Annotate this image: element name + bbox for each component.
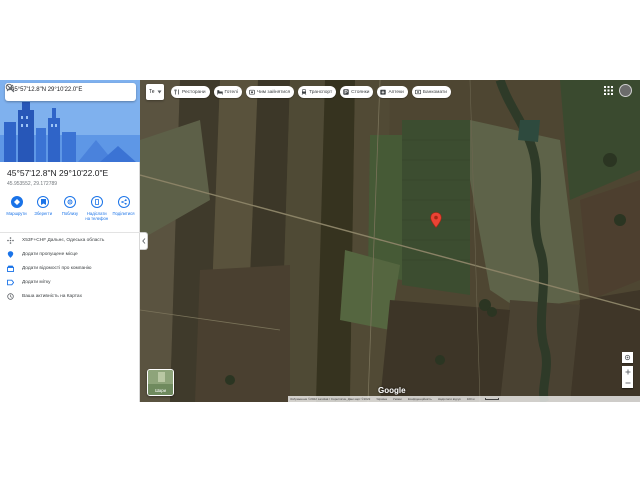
my-location-button[interactable] bbox=[622, 352, 633, 363]
chip-restaurants-label: Ресторани bbox=[182, 89, 206, 95]
share-icon bbox=[117, 196, 130, 208]
map-footer: Зображення ©2022 Landsat / Copernicus, Д… bbox=[288, 396, 640, 402]
footer-privacy-link[interactable]: Конфіденційність bbox=[408, 397, 432, 401]
add-place-label: Додати пропущене місце bbox=[22, 251, 78, 257]
chip-hotels[interactable]: Готелі bbox=[213, 86, 242, 98]
chip-pharmacies[interactable]: Аптеки bbox=[377, 86, 408, 98]
share-button[interactable]: Поділитися bbox=[111, 196, 136, 232]
send-to-phone-icon bbox=[90, 196, 103, 208]
zoom-out-button[interactable] bbox=[622, 377, 633, 388]
share-label: Поділитися bbox=[112, 211, 135, 216]
save-button[interactable]: Зберегти bbox=[31, 196, 56, 232]
chip-things-to-do[interactable]: Чим зайнятися bbox=[245, 86, 295, 98]
parking-icon bbox=[343, 89, 349, 95]
zoom-in-button[interactable] bbox=[622, 366, 633, 377]
activity-label: Ваша активність на Картах bbox=[22, 293, 82, 299]
footer-country[interactable]: Україна bbox=[376, 397, 387, 401]
chip-restaurants[interactable]: Ресторани bbox=[171, 86, 210, 98]
footer-terms-link[interactable]: Умови bbox=[393, 397, 402, 401]
directions-label: Маршрути bbox=[6, 211, 27, 216]
place-coordinates: 45.953552, 29.172789 bbox=[7, 181, 58, 187]
chip-atms-label: Банкомати bbox=[422, 89, 447, 95]
label-icon bbox=[7, 279, 14, 285]
activity-row[interactable]: Ваша активність на Картах bbox=[7, 291, 137, 301]
nearby-label: Поблизу bbox=[61, 211, 79, 216]
place-hero-image: 45°57'12.8"N 29°10'22.0"E bbox=[0, 80, 140, 162]
close-icon[interactable] bbox=[5, 83, 15, 93]
maps-app: 45°57'12.8"N 29°10'22.0"E 45°57'12.8"N 2… bbox=[0, 80, 640, 402]
send-to-phone-button[interactable]: Надіслати на телефон bbox=[84, 196, 109, 232]
map-type-value: Те bbox=[149, 89, 155, 95]
chip-things-to-do-label: Чим зайнятися bbox=[256, 89, 291, 95]
footer-attribution: Зображення ©2022 Landsat / Copernicus, Д… bbox=[290, 397, 371, 401]
restaurant-icon bbox=[174, 89, 179, 95]
attractions-icon bbox=[249, 89, 255, 95]
plus-code-row[interactable]: X53F+CHF Дальнє, Одеська область bbox=[7, 235, 137, 245]
minus-icon bbox=[625, 382, 630, 383]
plus-code-label: X53F+CHF Дальнє, Одеська область bbox=[22, 237, 105, 243]
chip-transit[interactable]: Транспорт bbox=[298, 86, 337, 98]
scale-bar bbox=[484, 398, 499, 400]
chip-atms[interactable]: Банкомати bbox=[411, 86, 451, 98]
place-title: 45°57'12.8"N 29°10'22.0"E bbox=[7, 168, 109, 178]
save-icon bbox=[37, 196, 50, 208]
add-label-label: Додати мітку bbox=[22, 279, 51, 285]
pharmacy-icon bbox=[380, 89, 387, 95]
plus-code-icon bbox=[7, 236, 14, 244]
search-input[interactable]: 45°57'12.8"N 29°10'22.0"E bbox=[11, 87, 82, 93]
transit-icon bbox=[301, 89, 307, 95]
action-buttons: Маршрути Зберегти Поблизу Надіслати на т… bbox=[4, 196, 136, 232]
layers-label: Шари bbox=[155, 388, 166, 393]
add-place-row[interactable]: Додати пропущене місце bbox=[7, 249, 137, 259]
directions-icon bbox=[10, 196, 23, 208]
satellite-map[interactable] bbox=[140, 80, 640, 402]
history-icon bbox=[7, 292, 14, 300]
directions-button[interactable]: Маршрути bbox=[4, 196, 29, 232]
save-label: Зберегти bbox=[34, 211, 53, 216]
map-controls bbox=[622, 352, 633, 391]
nearby-icon bbox=[64, 196, 76, 208]
my-location-icon bbox=[624, 354, 631, 361]
atm-icon bbox=[414, 89, 421, 95]
chip-hotels-label: Готелі bbox=[224, 89, 238, 95]
apps-grid-icon[interactable] bbox=[604, 86, 613, 95]
add-label-row[interactable]: Додати мітку bbox=[7, 277, 137, 287]
footer-scale-label[interactable]: 100 м bbox=[467, 397, 475, 401]
map-type-select[interactable]: Те bbox=[146, 84, 164, 100]
satellite-imagery bbox=[140, 80, 640, 402]
layers-toggle[interactable]: Шари bbox=[147, 369, 174, 396]
side-panel: 45°57'12.8"N 29°10'22.0"E 45°57'12.8"N 2… bbox=[0, 80, 140, 402]
chevron-down-icon bbox=[157, 90, 162, 94]
panel-divider bbox=[0, 232, 140, 233]
account-avatar[interactable] bbox=[619, 84, 632, 97]
chevron-left-icon bbox=[141, 238, 145, 244]
plus-icon bbox=[625, 369, 630, 374]
add-place-icon bbox=[7, 250, 14, 258]
chip-parking-label: Стоянки bbox=[351, 89, 370, 95]
search-box[interactable]: 45°57'12.8"N 29°10'22.0"E bbox=[5, 83, 136, 101]
category-chips: Ресторани Готелі Чим зайнятися Транспорт bbox=[171, 86, 455, 98]
chip-parking[interactable]: Стоянки bbox=[340, 86, 374, 98]
business-icon bbox=[7, 265, 14, 272]
google-logo: Google bbox=[378, 386, 406, 395]
send-to-phone-label: Надіслати на телефон bbox=[85, 211, 109, 221]
footer-feedback-link[interactable]: Надіслати відгук bbox=[438, 397, 461, 401]
collapse-panel-button[interactable] bbox=[140, 232, 148, 250]
chip-transit-label: Транспорт bbox=[309, 89, 333, 95]
nearby-button[interactable]: Поблизу bbox=[58, 196, 83, 232]
chip-pharmacies-label: Аптеки bbox=[388, 89, 404, 95]
add-business-label: Додати відомості про компанію bbox=[22, 265, 92, 271]
location-pin-icon[interactable] bbox=[430, 212, 442, 228]
add-business-row[interactable]: Додати відомості про компанію bbox=[7, 263, 137, 273]
hotel-icon bbox=[216, 90, 223, 95]
zoom-controls bbox=[622, 366, 633, 388]
